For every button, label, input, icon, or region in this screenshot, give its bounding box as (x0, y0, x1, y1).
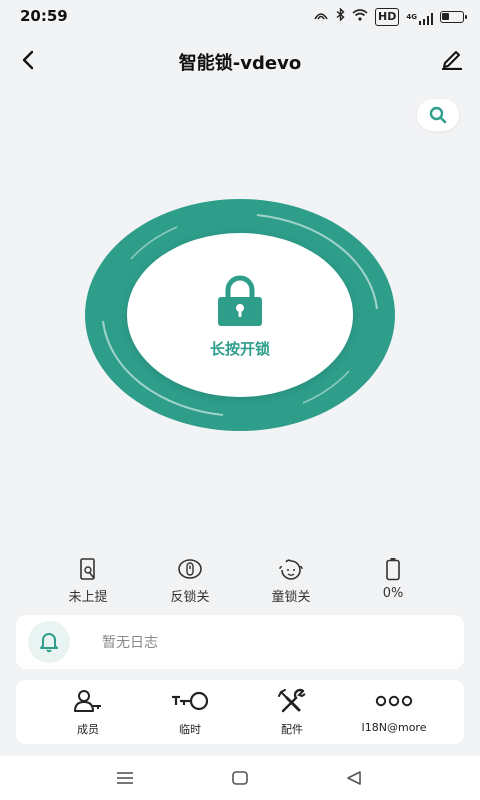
status-item-deadbolt: 反锁关 (140, 556, 240, 605)
log-card[interactable]: 暂无日志 (16, 615, 464, 669)
func-accessories[interactable]: 配件 (242, 688, 342, 737)
page-title: 智能锁-vdevo (178, 53, 302, 74)
padlock-icon (218, 275, 262, 326)
tools-icon (278, 688, 306, 713)
func-temporary[interactable]: 临时 (140, 688, 240, 737)
bluetooth-icon (336, 7, 345, 26)
func-label-accessories: 配件 (281, 723, 303, 736)
wifi-icon (352, 8, 368, 26)
signal-label: 4G (406, 13, 417, 21)
func-more[interactable]: I18N@more (344, 688, 444, 734)
status-label-door: 未上提 (68, 590, 108, 605)
home-button[interactable] (226, 766, 254, 790)
members-icon (74, 690, 101, 712)
status-bar: 20:59 HD 4G (0, 0, 480, 32)
status-label-child-lock: 童锁关 (271, 590, 311, 605)
bell-icon (40, 633, 58, 653)
menu-icon (117, 772, 133, 784)
log-empty-text: 暂无日志 (102, 635, 158, 651)
lock-status-row: 未上提 反锁关 童锁关 0% (0, 556, 480, 606)
search-icon (429, 106, 447, 124)
func-members[interactable]: 成员 (38, 688, 138, 737)
nfc-icon (313, 9, 329, 26)
home-square-icon (232, 771, 248, 785)
status-item-door: 未上提 (38, 556, 138, 605)
lock-knob-icon (178, 559, 202, 579)
status-time: 20:59 (20, 7, 68, 25)
battery-icon (440, 11, 467, 23)
bell-badge (28, 621, 70, 663)
edit-pencil-icon (441, 51, 463, 70)
status-icons: HD 4G (313, 7, 467, 26)
more-dots-icon (375, 695, 413, 707)
unlock-label: 长按开锁 (209, 339, 270, 358)
status-item-child-lock: 童锁关 (241, 556, 341, 605)
function-card: 成员 临时 配件 I18N@more (16, 680, 464, 744)
child-face-icon (279, 559, 303, 580)
lock-center: 长按开锁 (127, 233, 353, 397)
hd-icon: HD (375, 8, 400, 26)
temp-key-icon (172, 691, 209, 711)
status-label-battery: 0% (382, 586, 404, 601)
battery-level-icon (386, 558, 400, 581)
search-button[interactable] (417, 99, 459, 131)
status-label-deadbolt: 反锁关 (170, 590, 210, 605)
cellular-signal-icon: 4G (406, 9, 433, 25)
back-triangle-icon (347, 771, 361, 785)
func-label-members: 成员 (77, 723, 99, 736)
menu-button[interactable] (111, 766, 139, 790)
edit-button[interactable] (438, 46, 466, 74)
unlock-button[interactable]: 长按开锁 (85, 199, 395, 431)
door-icon (80, 558, 95, 580)
system-nav-bar (0, 756, 480, 800)
nav-bar: 智能锁-vdevo (0, 40, 480, 80)
func-label-more: I18N@more (361, 721, 427, 734)
system-back-button[interactable] (340, 766, 368, 790)
status-item-battery: 0% (343, 556, 443, 601)
func-label-temporary: 临时 (179, 723, 201, 736)
